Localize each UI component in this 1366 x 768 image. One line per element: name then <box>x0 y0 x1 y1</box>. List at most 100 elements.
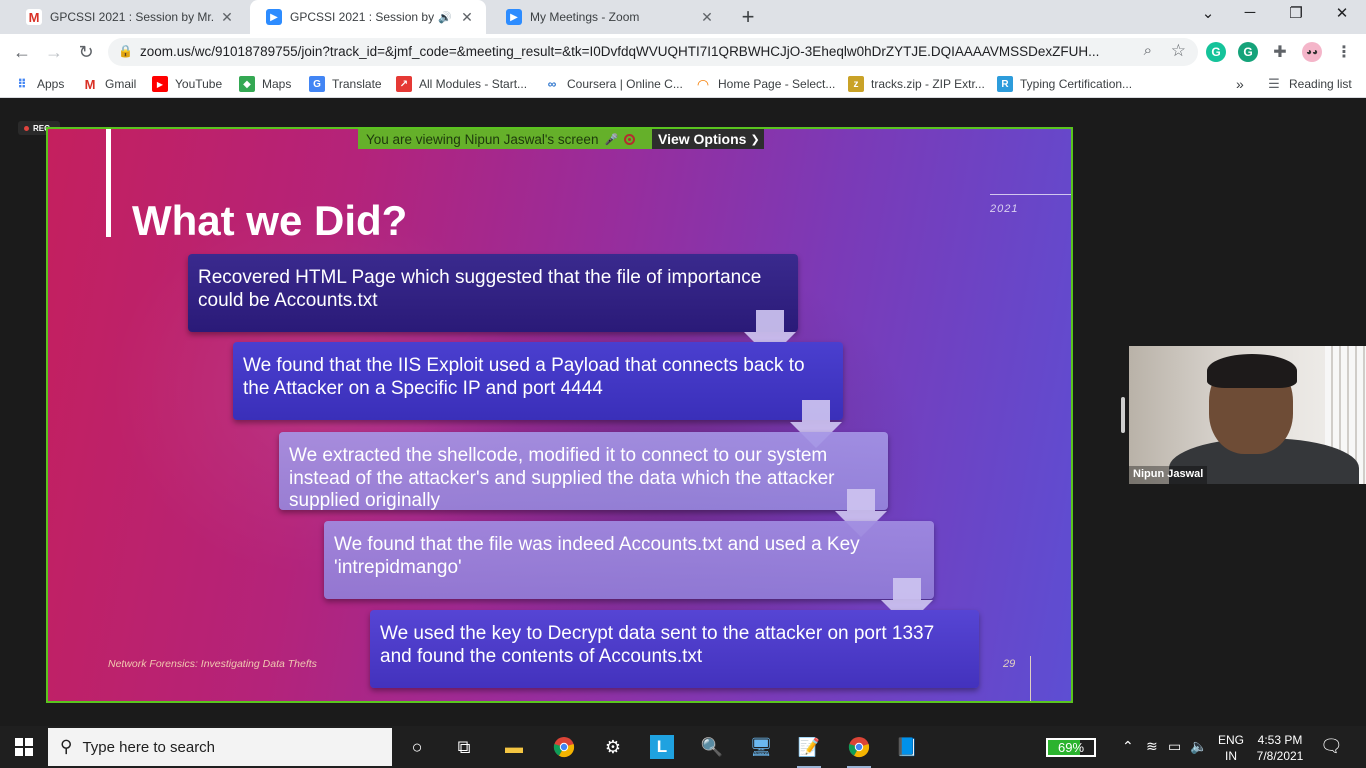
bookmark-youtube[interactable]: ▶ YouTube <box>152 76 222 92</box>
url-text[interactable]: zoom.us/wc/91018789755/join?track_id=&jm… <box>140 44 1120 59</box>
viewing-screen-banner: You are viewing Nipun Jaswal's screen 🎤 <box>358 129 652 149</box>
notes-app-icon[interactable]: 📘 <box>892 732 922 762</box>
bookmark-label: tracks.zip - ZIP Extr... <box>871 77 985 91</box>
browser-tab-my-meetings[interactable]: ▶ My Meetings - Zoom ✕ <box>490 0 726 34</box>
grammarly-go-extension-icon[interactable]: G <box>1238 42 1258 62</box>
speaker-icon[interactable]: 🔊 <box>438 11 452 24</box>
taskbar-search-box[interactable]: ⚲ Type here to search <box>48 728 392 766</box>
bookmarks-overflow-button[interactable]: » <box>1236 76 1244 92</box>
bookmark-tracks-zip[interactable]: z tracks.zip - ZIP Extr... <box>848 76 985 92</box>
bookmark-apps[interactable]: ⠿ Apps <box>14 76 64 92</box>
volume-icon[interactable]: 🔈 <box>1190 738 1207 755</box>
bookmark-typing-certification[interactable]: R Typing Certification... <box>997 76 1132 92</box>
minimize-button[interactable]: ─ <box>1230 4 1270 21</box>
translate-icon: G <box>309 76 325 92</box>
bookmark-translate[interactable]: G Translate <box>309 76 382 92</box>
tab-title: GPCSSI 2021 : Session by Mr <box>290 10 439 24</box>
tab-search-icon[interactable]: ⌄ <box>1188 4 1228 22</box>
maximize-button[interactable]: ❐ <box>1276 4 1316 22</box>
search-app-icon[interactable]: 🔍 <box>697 732 727 762</box>
process-step-1: Recovered HTML Page which suggested that… <box>188 254 798 332</box>
participant-hair <box>1207 354 1297 388</box>
zoom-icon: ▶ <box>266 9 282 25</box>
chevron-down-icon: ❯ <box>750 133 760 146</box>
bookmark-label: YouTube <box>175 77 223 91</box>
tab-close-icon[interactable]: ✕ <box>698 9 716 26</box>
gmail-icon: M <box>84 76 96 92</box>
cortana-icon[interactable]: ○ <box>402 732 432 762</box>
slide-accent-bar <box>106 129 111 237</box>
slide-footer: Network Forensics: Investigating Data Th… <box>108 658 317 670</box>
panel-resize-handle[interactable] <box>1121 397 1125 433</box>
bookmark-all-modules[interactable]: ↗ All Modules - Start... <box>396 76 527 92</box>
view-options-button[interactable]: View Options ❯ <box>652 129 764 149</box>
typing-icon: R <box>997 76 1013 92</box>
bookmarks-bar: ⠿ Apps M Gmail ▶ YouTube ◆ Maps G Translate ↗… <box>0 70 1366 98</box>
profile-avatar[interactable]: ◕◕ <box>1302 42 1322 62</box>
view-options-label: View Options <box>658 131 747 147</box>
chevron-up-icon[interactable]: ⌃ <box>1122 738 1134 755</box>
reload-button[interactable]: ↻ <box>74 40 98 64</box>
browser-tab-zoom-session[interactable]: ▶ GPCSSI 2021 : Session by Mr 🔊 ✕ <box>250 0 486 34</box>
homepage-icon: ◠ <box>697 75 709 92</box>
notepad-plus-icon[interactable]: 📝 <box>794 732 824 768</box>
bookmark-label: Maps <box>262 77 292 91</box>
page-number-divider <box>1030 656 1031 701</box>
file-explorer-icon[interactable]: ▬ <box>499 732 529 762</box>
process-step-3: We extracted the shellcode, modified it … <box>279 432 888 511</box>
coursera-icon: ∞ <box>547 77 557 91</box>
slide-page-number: 29 <box>1003 658 1016 670</box>
start-button[interactable] <box>0 726 48 768</box>
battery-percent: 69% <box>1057 740 1085 755</box>
participant-video[interactable]: Nipun Jaswal <box>1129 346 1366 484</box>
process-step-4: We found that the file was indeed Accoun… <box>324 521 934 599</box>
chrome-profile-icon[interactable] <box>844 732 874 768</box>
bookmark-label: Typing Certification... <box>1020 77 1133 91</box>
grammarly-extension-icon[interactable]: G <box>1206 42 1226 62</box>
clock[interactable]: 4:53 PM 7/8/2021 <box>1250 732 1310 764</box>
tab-close-icon[interactable]: ✕ <box>458 9 476 26</box>
bookmark-maps[interactable]: ◆ Maps <box>239 76 291 92</box>
bookmark-label: Translate <box>332 77 382 91</box>
back-button[interactable]: ← <box>10 40 34 64</box>
extensions-puzzle-icon[interactable]: ✚ <box>1270 42 1290 62</box>
search-placeholder: Type here to search <box>82 738 216 756</box>
reading-list-button[interactable]: ☰ Reading list <box>1266 76 1352 92</box>
chrome-logo <box>848 737 870 758</box>
tab-close-icon[interactable]: ✕ <box>218 9 236 26</box>
forward-button[interactable]: → <box>42 40 66 64</box>
lenovo-l-icon[interactable]: L <box>647 732 677 762</box>
reading-list-label: Reading list <box>1289 77 1352 91</box>
bookmark-home-page[interactable]: ◠ Home Page - Select... <box>695 75 836 92</box>
browser-tab-bar: M GPCSSI 2021 : Session by Mr. Nip ✕ ▶ G… <box>0 0 1366 34</box>
record-status-icon <box>624 133 636 145</box>
task-view-icon[interactable]: ⧉ <box>449 732 479 762</box>
address-bar[interactable]: 🔒 zoom.us/wc/91018789755/join?track_id=&… <box>108 38 1198 66</box>
reading-list-icon: ☰ <box>1268 76 1280 91</box>
slide-year: 2021 <box>990 203 1019 215</box>
bookmark-gmail[interactable]: M Gmail <box>82 76 137 92</box>
language-indicator[interactable]: ENG IN <box>1214 732 1248 764</box>
apps-grid-icon: ⠿ <box>17 77 27 91</box>
settings-gear-icon[interactable]: ⚙ <box>598 732 628 762</box>
close-window-button[interactable]: ✕ <box>1322 4 1362 22</box>
notifications-icon[interactable]: 🗨 <box>1320 736 1343 757</box>
bookmark-label: Gmail <box>105 77 137 91</box>
wifi-icon[interactable]: ≋ <box>1146 738 1158 755</box>
viewing-banner-text: You are viewing Nipun Jaswal's screen <box>366 131 599 147</box>
remote-desktop-icon[interactable]: 🖥 <box>746 732 776 762</box>
chrome-icon[interactable] <box>549 732 579 762</box>
lock-icon[interactable]: 🔒 <box>118 44 133 58</box>
battery-tray-icon[interactable]: ▭ <box>1168 738 1181 755</box>
bookmark-star-icon[interactable]: ☆ <box>1171 41 1186 61</box>
battery-indicator[interactable]: 69% <box>1046 738 1096 757</box>
zoom-magnifier-icon[interactable]: ⌕ <box>1144 42 1152 59</box>
browser-toolbar: ← → ↻ 🔒 zoom.us/wc/91018789755/join?trac… <box>0 34 1366 70</box>
record-dot-icon <box>24 125 29 131</box>
browser-menu-icon[interactable]: ⋮ <box>1334 42 1354 62</box>
browser-tab-gmail-session[interactable]: M GPCSSI 2021 : Session by Mr. Nip ✕ <box>10 0 246 34</box>
bookmark-coursera[interactable]: ∞ Coursera | Online C... <box>544 76 683 92</box>
participant-name-label: Nipun Jaswal <box>1129 466 1208 484</box>
new-tab-button[interactable]: + <box>736 4 760 30</box>
bookmark-label: Coursera | Online C... <box>567 77 683 91</box>
